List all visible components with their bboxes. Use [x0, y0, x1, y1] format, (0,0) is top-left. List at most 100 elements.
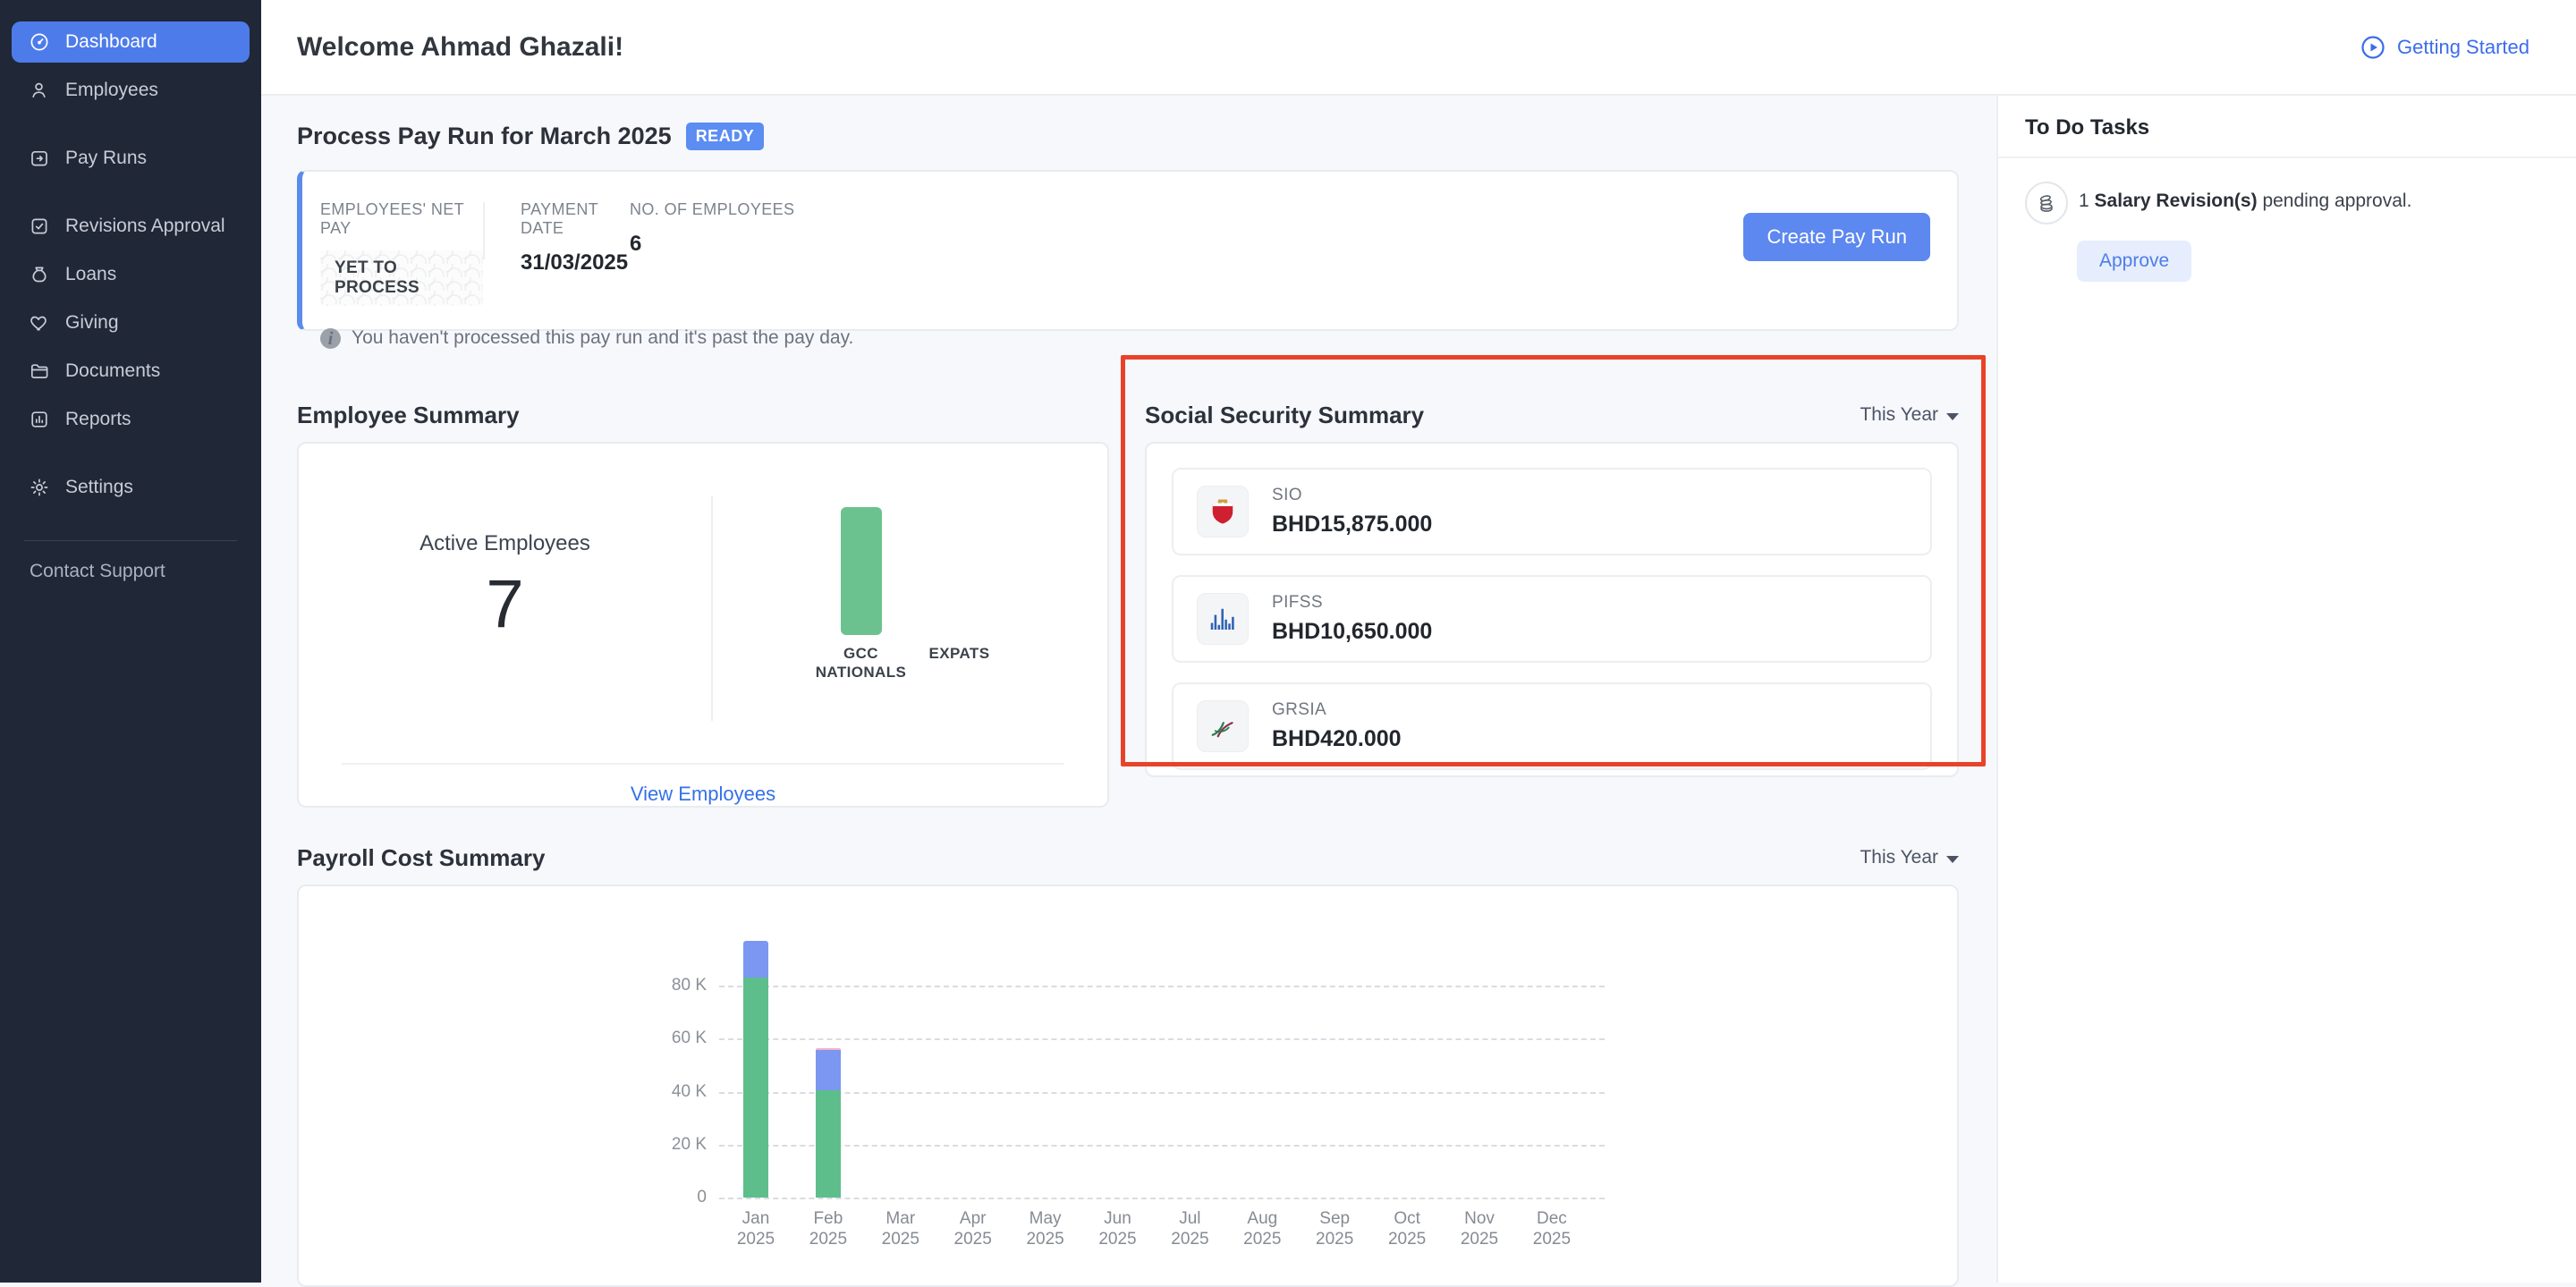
x-axis-tick: Oct2025	[1367, 1208, 1447, 1249]
blue-segment	[816, 1050, 841, 1090]
sidebar: Dashboard Employees Pay Runs Revisions Appr…	[0, 0, 261, 1283]
social-security-row-pifss[interactable]: PIFSSBHD10,650.000	[1172, 575, 1932, 663]
social-security-name: SIO	[1272, 486, 1432, 505]
field-payment-date: PAYMENT DATE 31/03/2025	[485, 195, 630, 275]
sidebar-item-revisions-approval[interactable]: Revisions Approval	[12, 206, 250, 247]
employee-category-expats: EXPATS	[912, 503, 1007, 682]
bar-feb-2025	[816, 1048, 841, 1198]
employee-bar	[841, 507, 882, 635]
todo-panel-title: To Do Tasks	[1998, 96, 2576, 157]
sidebar-item-reports[interactable]: Reports	[12, 399, 250, 440]
top-bar: Welcome Ahmad Ghazali! Getting Started	[261, 0, 2576, 96]
sidebar-item-label: Revisions Approval	[65, 216, 225, 237]
employee-card-footer: View Employees	[342, 763, 1064, 806]
loans-icon	[29, 264, 50, 285]
settings-icon	[29, 477, 50, 498]
reports-icon	[29, 409, 50, 430]
revisions-approval-icon	[29, 216, 50, 237]
pay-runs-icon	[29, 148, 50, 169]
social-security-card: SIOBHD15,875.000PIFSSBHD10,650.000GRSIAB…	[1145, 442, 1959, 777]
employee-count-label: NO. OF EMPLOYEES	[630, 200, 794, 219]
x-axis-tick: Mar2025	[860, 1208, 941, 1249]
social-security-amount: BHD10,650.000	[1272, 619, 1432, 645]
contact-support-link[interactable]: Contact Support	[30, 561, 261, 582]
getting-started-link[interactable]: Getting Started	[2360, 34, 2529, 61]
payroll-cost-section: Payroll Cost Summary This Year 020 K40 K…	[297, 843, 1959, 1287]
field-net-pay: EMPLOYEES' NET PAY YET TO PROCESS	[320, 195, 483, 306]
gridline	[719, 1198, 1605, 1199]
sidebar-item-label: Dashboard	[65, 31, 157, 53]
sidebar-item-pay-runs[interactable]: Pay Runs	[12, 138, 250, 179]
todo-task-text: 1 Salary Revision(s) pending approval.	[2079, 182, 2411, 212]
x-axis-tick: Aug2025	[1222, 1208, 1302, 1249]
sidebar-item-employees[interactable]: Employees	[12, 70, 250, 111]
sidebar-item-label: Loans	[65, 264, 116, 285]
gridline	[719, 1145, 1605, 1147]
x-axis-tick: Dec2025	[1512, 1208, 1592, 1249]
todo-panel: To Do Tasks 1 Salary Revision(s) pending…	[1996, 96, 2576, 1283]
social-security-name: GRSIA	[1272, 700, 1402, 720]
info-icon: i	[320, 328, 341, 349]
category-label: EXPATS	[929, 644, 990, 682]
active-employees-count: 7	[486, 565, 523, 643]
social-security-row-sio[interactable]: SIO BHD15,875.000	[1172, 468, 1932, 555]
sidebar-item-label: Employees	[65, 80, 158, 101]
play-circle-icon	[2360, 34, 2386, 61]
chevron-down-icon	[1946, 413, 1959, 420]
view-employees-link[interactable]: View Employees	[631, 783, 775, 805]
payment-date-label: PAYMENT DATE	[521, 200, 630, 238]
status-badge: READY	[686, 123, 765, 150]
sidebar-item-label: Settings	[65, 477, 133, 498]
x-axis-tick: Feb2025	[788, 1208, 869, 1249]
social-security-row-grsia[interactable]: GRSIABHD420.000	[1172, 682, 1932, 770]
employee-summary-title: Employee Summary	[297, 402, 520, 429]
approve-button[interactable]: Approve	[2077, 241, 2191, 282]
employee-category-chart: GCCNATIONALS EXPATS	[814, 503, 1007, 682]
gridline	[719, 1092, 1605, 1094]
documents-icon	[29, 360, 50, 382]
employee-category-gcc-nationals: GCCNATIONALS	[814, 503, 909, 682]
blue-segment	[743, 941, 768, 978]
social-security-title: Social Security Summary	[1145, 402, 1424, 429]
x-axis-tick: May2025	[1005, 1208, 1086, 1249]
payroll-cost-title: Payroll Cost Summary	[297, 844, 545, 872]
green-segment	[816, 1090, 841, 1198]
create-pay-run-button[interactable]: Create Pay Run	[1743, 213, 1930, 261]
net-pay-masked-value: YET TO PROCESS	[320, 250, 483, 306]
sidebar-item-giving[interactable]: Giving	[12, 302, 250, 343]
x-axis-tick: Sep2025	[1294, 1208, 1375, 1249]
x-axis-tick: Jan2025	[716, 1208, 796, 1249]
sio-emblem-icon	[1197, 486, 1249, 538]
page-title: Welcome Ahmad Ghazali!	[297, 32, 623, 63]
payrun-card: EMPLOYEES' NET PAY YET TO PROCESS PAYMEN…	[297, 170, 1959, 331]
social-security-period-dropdown[interactable]: This Year	[1860, 404, 1959, 426]
pifss-logo-icon	[1197, 593, 1249, 645]
sidebar-item-label: Reports	[65, 409, 131, 430]
payroll-cost-period-dropdown[interactable]: This Year	[1860, 847, 1959, 868]
bar-jan-2025	[743, 941, 768, 1198]
getting-started-label: Getting Started	[2397, 36, 2529, 59]
sidebar-item-settings[interactable]: Settings	[12, 467, 250, 508]
y-axis-tick: 80 K	[655, 976, 707, 995]
category-label: GCCNATIONALS	[816, 644, 907, 682]
coins-icon	[2025, 182, 2068, 224]
payment-date-value: 31/03/2025	[521, 250, 630, 275]
employees-icon	[29, 80, 50, 101]
todo-item-salary-revision: 1 Salary Revision(s) pending approval.	[1998, 158, 2576, 224]
payrun-heading: Process Pay Run for March 2025 READY	[297, 123, 1959, 150]
sidebar-nav-list: Dashboard Employees Pay Runs Revisions Appr…	[0, 21, 261, 508]
employee-summary-section: Employee Summary Active Employees 7 GCCN…	[297, 401, 1109, 808]
x-axis-tick: Jul2025	[1149, 1208, 1230, 1249]
net-pay-label: EMPLOYEES' NET PAY	[320, 200, 483, 238]
gridline	[719, 986, 1605, 987]
main-content: Process Pay Run for March 2025 READY EMP…	[261, 96, 1996, 1283]
social-security-amount: BHD15,875.000	[1272, 512, 1432, 538]
sidebar-item-loans[interactable]: Loans	[12, 254, 250, 295]
payrun-note: i You haven't processed this pay run and…	[320, 327, 1925, 349]
sidebar-item-dashboard[interactable]: Dashboard	[12, 21, 250, 63]
x-axis-tick: Apr2025	[933, 1208, 1013, 1249]
y-axis-tick: 40 K	[655, 1082, 707, 1102]
green-segment	[743, 978, 768, 1198]
employee-count-value: 6	[630, 232, 794, 257]
sidebar-item-documents[interactable]: Documents	[12, 351, 250, 392]
